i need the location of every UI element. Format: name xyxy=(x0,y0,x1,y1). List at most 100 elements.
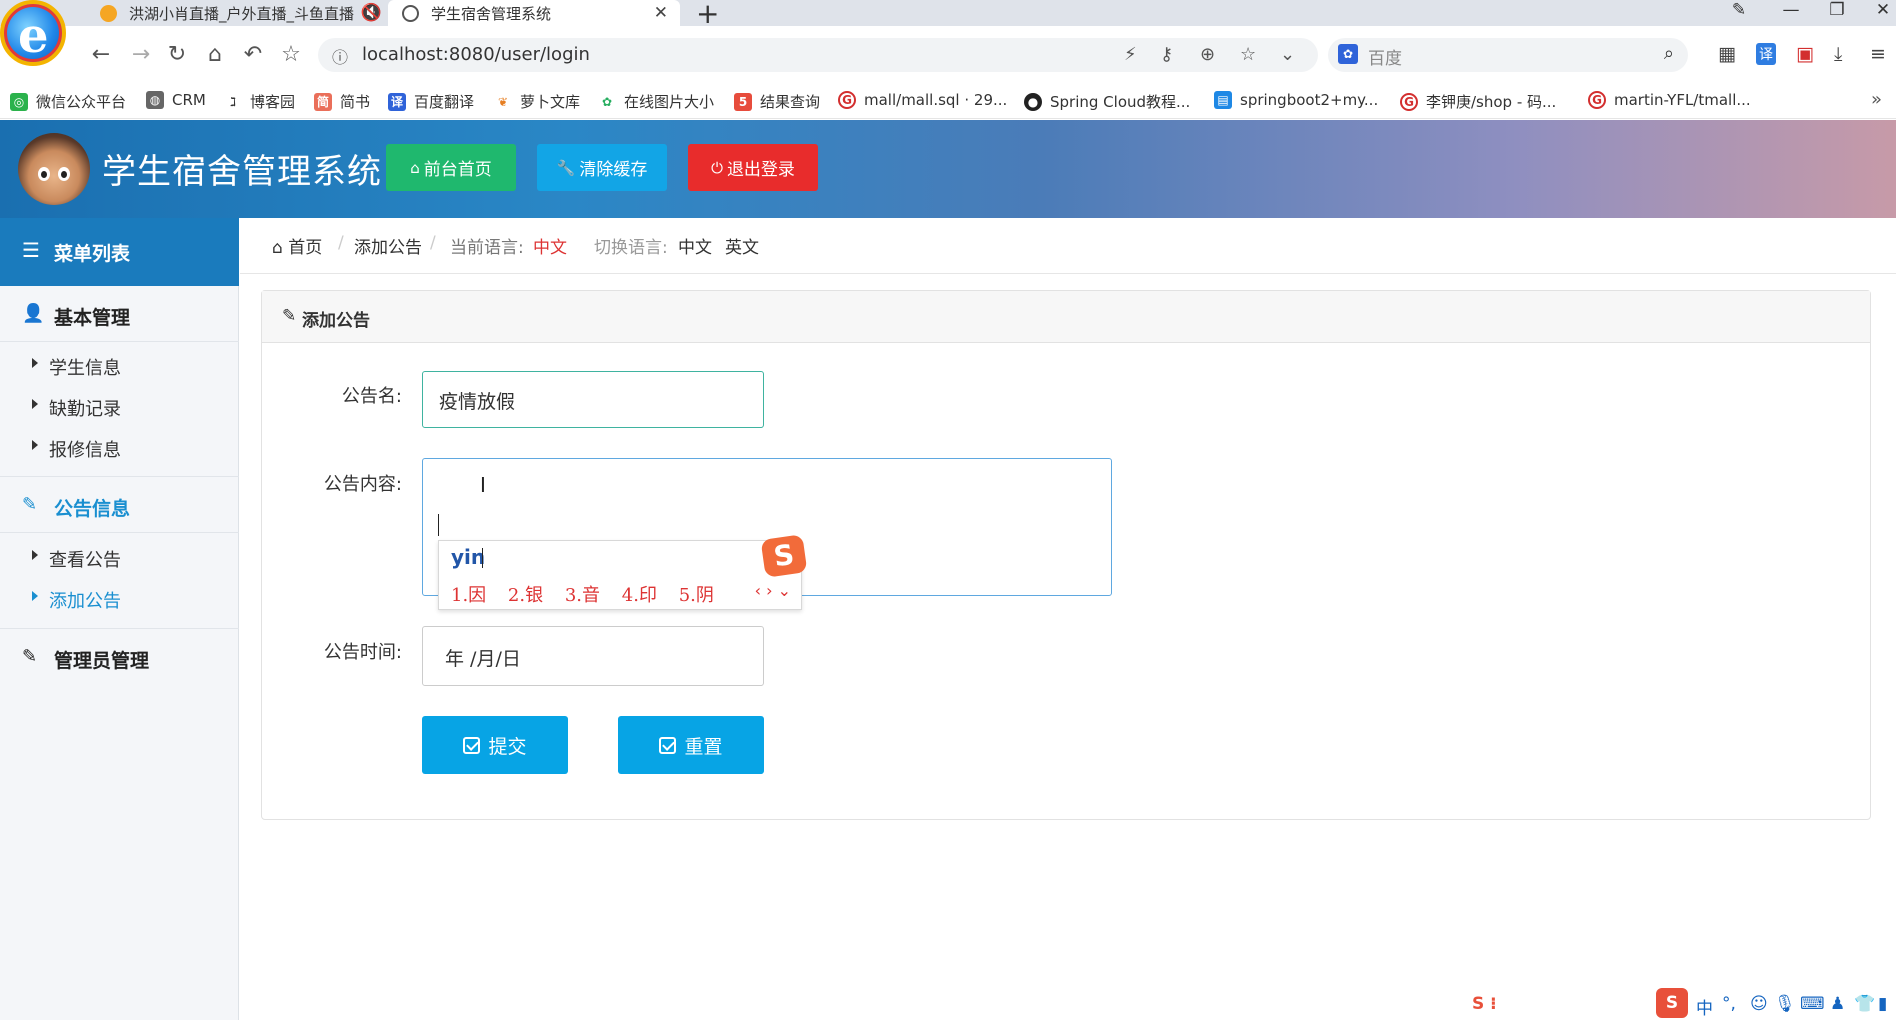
ime-candidate[interactable]: 4.印 xyxy=(622,585,657,606)
browser-logo-icon: e xyxy=(0,0,66,66)
menu-icon[interactable]: ▮ xyxy=(1878,994,1887,1014)
breadcrumb-current: 添加公告 xyxy=(354,238,422,258)
app-title: 学生宿舍管理系统 xyxy=(102,152,382,192)
sogou-logo-icon[interactable]: S xyxy=(1656,988,1688,1018)
bookmark-item[interactable]: 5 结果查询 xyxy=(734,91,820,112)
key-icon[interactable]: ⚷ xyxy=(1160,44,1173,65)
edit-icon: ✎ xyxy=(22,494,38,515)
bookmark-item[interactable]: ◎ 微信公众平台 xyxy=(10,91,126,112)
csdn-icon: ▤ xyxy=(1214,91,1232,109)
close-window-icon[interactable]: ✕ xyxy=(1868,0,1896,20)
sidebar-group-admin[interactable]: ✎ 管理员管理 xyxy=(0,629,239,685)
bookmark-item[interactable]: ▤ springboot2+my... xyxy=(1214,91,1378,109)
caret-right-icon xyxy=(32,399,38,409)
restore-icon[interactable]: ❐ xyxy=(1822,0,1852,20)
download-icon[interactable]: ⤓ xyxy=(1834,43,1842,65)
notice-name-input[interactable]: 疫情放假 xyxy=(422,371,764,428)
forward-icon[interactable]: → xyxy=(128,42,154,67)
bookmark-star-icon[interactable]: ☆ xyxy=(1240,44,1256,65)
switch-language-zh[interactable]: 中文 xyxy=(678,233,712,258)
ime-page-nav-icon[interactable]: ‹ › ⌄ xyxy=(755,581,791,600)
sidebar-item-view-notice[interactable]: 查看公告 xyxy=(0,540,239,576)
back-icon[interactable]: ← xyxy=(88,42,114,67)
mute-icon[interactable]: 🔇 xyxy=(361,3,382,23)
bookmark-item[interactable]: G 李钾庚/shop - 码... xyxy=(1400,91,1556,112)
bookmark-item[interactable]: Gmall/mall.sql · 29... xyxy=(838,91,1007,109)
reload-icon[interactable]: ↻ xyxy=(164,42,190,67)
chevron-down-icon[interactable]: ⌄ xyxy=(1280,44,1295,65)
bookmark-item[interactable]: 译百度翻译 xyxy=(388,91,474,112)
frontend-home-button[interactable]: ⌂ 前台首页 xyxy=(386,144,516,191)
logout-button[interactable]: ⏻ 退出登录 xyxy=(688,144,818,191)
bookmark-item[interactable]: ❦ 萝卜文库 xyxy=(494,91,580,112)
ime-candidate[interactable]: 1.因 xyxy=(451,585,486,606)
address-bar[interactable]: ⓘ localhost:8080/user/login ⚡ ⚷ ⊕ ☆ ⌄ xyxy=(318,38,1318,72)
translate-icon[interactable]: 译 xyxy=(1756,43,1776,65)
search-box[interactable]: ✿ 百度 ⌕ xyxy=(1328,38,1688,72)
info-icon[interactable]: ⓘ xyxy=(332,44,348,68)
undo-icon[interactable]: ↶ xyxy=(240,42,266,67)
ime-candidates: 1.因 2.银 3.音 4.印 5.阴 xyxy=(451,581,730,607)
github-icon: ● xyxy=(1024,92,1042,111)
carrot-icon: ❦ xyxy=(494,92,512,111)
punctuation-mode[interactable]: °, xyxy=(1722,994,1736,1014)
bookmark-item[interactable]: ℷ 博客园 xyxy=(224,91,295,112)
home-icon[interactable]: ⌂ xyxy=(202,42,228,67)
bookmark-item[interactable]: ✿ 在线图片大小 xyxy=(598,91,714,112)
reset-button[interactable]: 重置 xyxy=(618,716,764,774)
browser-tab-active[interactable]: 学生宿舍管理系统 ✕ xyxy=(388,0,680,26)
emoji-icon[interactable]: ☺ xyxy=(1750,994,1768,1014)
sogou-mini-icon[interactable]: S ⁝ xyxy=(1472,994,1497,1014)
sidebar-item-student-info[interactable]: 学生信息 xyxy=(0,348,239,384)
browser-tab-bar: 洪湖小肖直播_户外直播_斗鱼直播 🔇 学生宿舍管理系统 ✕ + ✎ — ❐ ✕ xyxy=(0,0,1896,30)
search-icon[interactable]: ⌕ xyxy=(1664,43,1674,64)
clear-cache-button[interactable]: 🔧 清除缓存 xyxy=(537,144,667,191)
jianshu-icon: 简 xyxy=(314,92,332,111)
bookmark-item[interactable]: ◍ CRM xyxy=(146,91,206,109)
sidebar-item-add-notice[interactable]: 添加公告 xyxy=(0,581,239,617)
skin-icon[interactable]: 👕 xyxy=(1854,994,1875,1014)
edit-icon: ✎ xyxy=(282,306,297,326)
ime-candidate[interactable]: 5.阴 xyxy=(679,585,714,606)
bookmark-item[interactable]: ● Spring Cloud教程... xyxy=(1024,91,1190,112)
globe-icon: ◍ xyxy=(146,91,164,109)
keyboard-icon[interactable]: ⌨ xyxy=(1800,994,1825,1014)
breadcrumb-home[interactable]: ⌂ 首页 xyxy=(272,233,322,258)
bookmark-item[interactable]: 简简书 xyxy=(314,91,370,112)
ime-mode[interactable]: 中 xyxy=(1696,994,1713,1019)
switch-language-en[interactable]: 英文 xyxy=(725,233,759,258)
url-text[interactable]: localhost:8080/user/login xyxy=(362,44,590,65)
gitee-icon: G xyxy=(1588,91,1606,109)
lightning-icon[interactable]: ⚡ xyxy=(1124,44,1137,65)
submit-button[interactable]: 提交 xyxy=(422,716,568,774)
ime-candidate[interactable]: 3.音 xyxy=(565,585,600,606)
current-language-label: 当前语言: xyxy=(450,238,524,258)
minimize-icon[interactable]: — xyxy=(1776,0,1806,20)
avatar xyxy=(18,133,90,205)
favorite-star-icon[interactable]: ☆ xyxy=(278,42,304,67)
search-input[interactable]: 百度 xyxy=(1368,44,1402,69)
menu-icon[interactable]: ≡ xyxy=(1870,43,1886,65)
sidebar-item-absence[interactable]: 缺勤记录 xyxy=(0,389,239,425)
caret-right-icon xyxy=(32,591,38,601)
notice-time-input[interactable]: 年 /月/日 xyxy=(422,626,764,686)
wrench-icon: 🔧 xyxy=(556,158,576,177)
grid-icon[interactable]: ▦ xyxy=(1718,43,1736,65)
sidebar-group-notice[interactable]: ✎ 公告信息 xyxy=(0,477,239,533)
bookmarks-bar: ◎ 微信公众平台 ◍ CRM ℷ 博客园 简简书 译百度翻译 ❦ 萝卜文库 ✿ 在线图片大… xyxy=(0,85,1896,119)
sidebar-group-basic[interactable]: 👤 基本管理 xyxy=(0,286,239,342)
close-tab-icon[interactable]: ✕ xyxy=(654,3,668,23)
zoom-icon[interactable]: ⊕ xyxy=(1200,44,1215,65)
pdf-icon[interactable]: ▣ xyxy=(1796,43,1814,65)
sidebar-toggle-icon[interactable]: ✎ xyxy=(1724,0,1754,20)
cnblogs-icon: ℷ xyxy=(224,92,242,111)
bookmark-item[interactable]: Gmartin-YFL/tmall... xyxy=(1588,91,1751,109)
globe-icon xyxy=(402,4,419,22)
bookmarks-more-icon[interactable]: » xyxy=(1871,89,1882,110)
power-icon: ⏻ xyxy=(711,158,723,177)
user-icon[interactable]: ♟ xyxy=(1830,994,1845,1014)
sidebar-item-repair[interactable]: 报修信息 xyxy=(0,430,239,466)
browser-tab-douyu[interactable]: 洪湖小肖直播_户外直播_斗鱼直播 🔇 xyxy=(86,0,382,26)
microphone-icon[interactable]: 🎙 xyxy=(1774,994,1796,1014)
ime-candidate[interactable]: 2.银 xyxy=(508,585,543,606)
